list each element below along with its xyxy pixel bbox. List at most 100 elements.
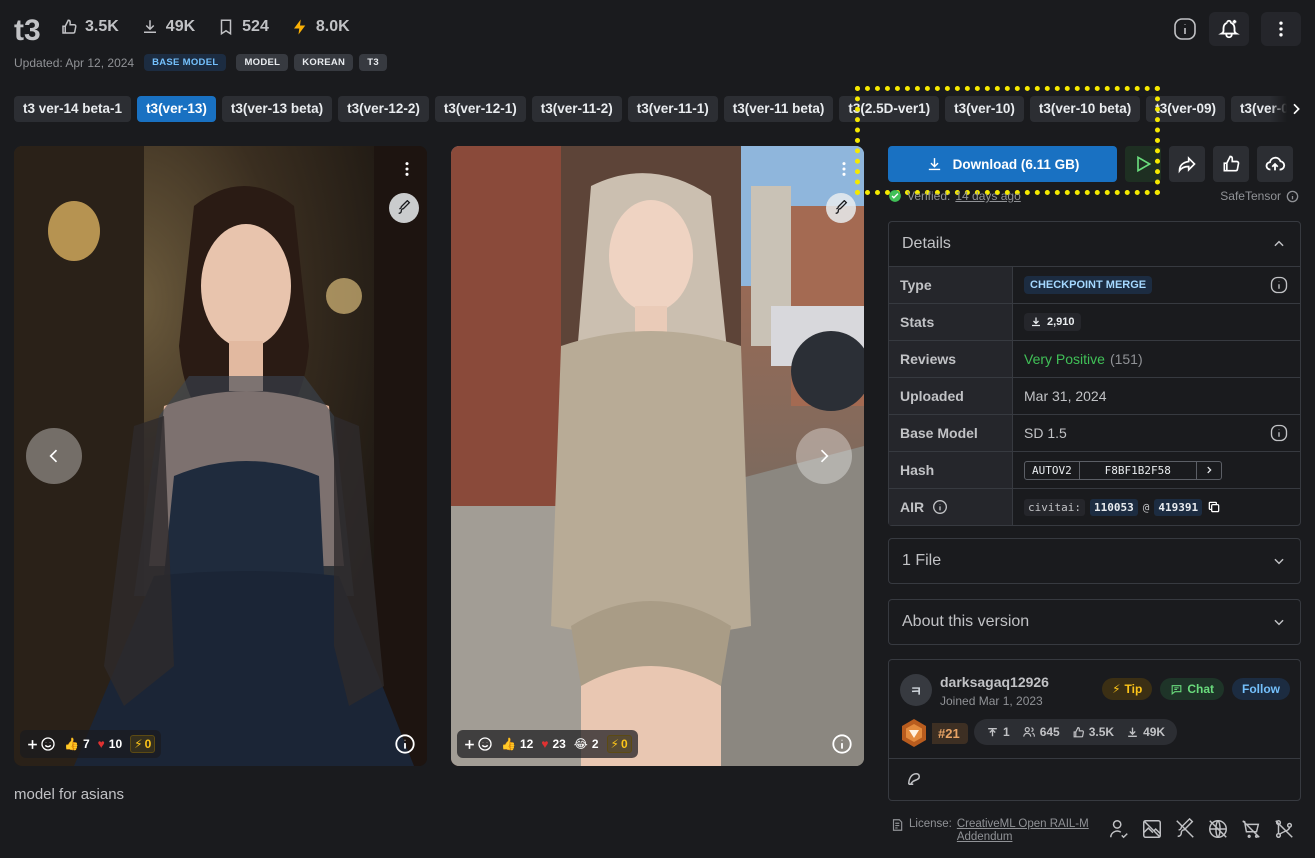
files-panel[interactable]: 1 File xyxy=(888,538,1301,584)
about-version-panel[interactable]: About this version xyxy=(888,599,1301,645)
thumbs-up-icon xyxy=(1073,726,1084,737)
tip-button[interactable]: ⚡ Tip xyxy=(1102,678,1153,700)
no-cart-icon[interactable] xyxy=(1240,818,1262,840)
detail-key: AIR xyxy=(889,489,1013,525)
badge-model[interactable]: MODEL xyxy=(236,54,289,71)
user-check-icon[interactable] xyxy=(1108,818,1130,840)
download-label: Download (6.11 GB) xyxy=(952,156,1080,172)
like-model-button[interactable] xyxy=(1213,146,1249,182)
copy-icon[interactable] xyxy=(1207,500,1221,514)
bookmark-stat[interactable]: 524 xyxy=(217,18,269,36)
gallery-image-1[interactable]: 👍 7 ♥ 10 ⚡ 0 xyxy=(14,146,427,766)
like-reaction[interactable]: 👍 12 xyxy=(501,737,533,751)
badge-tag-t3[interactable]: T3 xyxy=(359,54,387,71)
image-menu-button[interactable] xyxy=(397,156,417,182)
creator-joined: Joined Mar 1, 2023 xyxy=(940,694,1043,708)
hash-value[interactable]: F8BF1B2F58 xyxy=(1078,461,1197,479)
remix-button[interactable] xyxy=(826,193,856,223)
creator-name[interactable]: darksagaq12926 xyxy=(940,674,1049,690)
image-menu-button[interactable] xyxy=(834,156,854,182)
download-icon xyxy=(928,157,940,170)
info-circle-icon[interactable] xyxy=(932,499,948,515)
air-identifier[interactable]: civitai: 110053 @ 419391 xyxy=(1024,498,1221,516)
hash-selector[interactable]: AUTOV2 F8BF1B2F58 xyxy=(1024,460,1222,480)
no-merge-icon[interactable] xyxy=(1273,818,1295,840)
no-image-icon[interactable] xyxy=(1141,818,1163,840)
version-tab[interactable]: t3 ver-14 beta-1 xyxy=(14,96,132,122)
remix-button[interactable] xyxy=(389,193,419,223)
license-link[interactable]: CreativeML Open RAIL-M Addendum xyxy=(957,818,1089,844)
like-reaction[interactable]: 👍 7 xyxy=(64,737,90,751)
smiley-icon xyxy=(41,737,55,751)
gallery-prev-button[interactable] xyxy=(26,428,82,484)
version-tab[interactable]: t3(ver-11-1) xyxy=(627,96,718,122)
image-info-button[interactable] xyxy=(830,732,854,756)
version-tab[interactable]: t3(ver-12-2) xyxy=(338,96,429,122)
license-info: License: CreativeML Open RAIL-M Addendum xyxy=(890,818,1089,844)
download-stat: 49K xyxy=(141,18,195,36)
info-circle-icon[interactable] xyxy=(1286,190,1299,203)
like-stat[interactable]: 3.5K xyxy=(60,18,119,36)
add-reaction-button[interactable] xyxy=(26,736,56,752)
bookmark-count: 524 xyxy=(242,18,269,35)
badge-base-model[interactable]: BASE MODEL xyxy=(144,54,227,71)
buzz-count: 8.0K xyxy=(315,18,350,35)
creator-social-link[interactable] xyxy=(905,770,923,791)
version-tab[interactable]: t3(ver-10 beta) xyxy=(1029,96,1141,122)
download-button[interactable]: Download (6.11 GB) xyxy=(888,146,1117,182)
run-model-button[interactable] xyxy=(1125,146,1161,182)
chevron-right-icon xyxy=(1293,103,1300,115)
avatar[interactable]: ㅋ xyxy=(900,674,932,706)
version-tab[interactable]: t3(ver-11 beta) xyxy=(723,96,834,122)
details-header[interactable]: Details xyxy=(889,222,1300,266)
gallery-next-button[interactable] xyxy=(796,428,852,484)
notify-button[interactable] xyxy=(1209,12,1249,46)
version-scroll-right-button[interactable] xyxy=(1270,96,1304,122)
more-menu-button[interactable] xyxy=(1261,12,1301,46)
info-button[interactable] xyxy=(1165,12,1205,46)
buzz-tip-button[interactable]: ⚡ 0 xyxy=(130,735,156,753)
info-icon[interactable] xyxy=(1270,276,1288,294)
info-icon[interactable] xyxy=(1270,424,1288,442)
buzz-tip-button[interactable]: ⚡ 0 xyxy=(606,735,632,753)
chat-button[interactable]: Chat xyxy=(1160,678,1224,700)
reviews-link[interactable]: Very Positive (151) xyxy=(1013,341,1300,377)
share-button[interactable] xyxy=(1169,146,1205,182)
creator-rank[interactable]: #21 xyxy=(900,718,968,748)
cloud-upload-button[interactable] xyxy=(1257,146,1293,182)
no-world-icon[interactable] xyxy=(1207,818,1229,840)
uploads-stat: 1 xyxy=(986,725,1010,739)
version-tab[interactable]: t3(ver-09) xyxy=(1146,96,1225,122)
badge-tag-korean[interactable]: KOREAN xyxy=(294,54,354,71)
chat-icon xyxy=(1171,684,1182,695)
share-icon xyxy=(1178,156,1196,174)
version-tab[interactable]: t3(ver-12-1) xyxy=(434,96,526,122)
creator-card: ㅋ darksagaq12926 Joined Mar 1, 2023 ⚡ Tip… xyxy=(888,659,1301,801)
heart-reaction[interactable]: ♥ 10 xyxy=(98,737,122,751)
detail-row-reviews: Reviews Very Positive (151) xyxy=(889,340,1300,377)
laugh-reaction[interactable]: 😂 2 xyxy=(574,737,599,751)
add-reaction-button[interactable] xyxy=(463,736,493,752)
chevron-left-icon xyxy=(49,449,58,463)
details-title: Details xyxy=(902,235,951,252)
heart-reaction[interactable]: ♥ 23 xyxy=(541,737,565,751)
version-tab-active[interactable]: t3(ver-13) xyxy=(137,96,216,122)
follow-button[interactable]: Follow xyxy=(1232,678,1290,700)
rank-badge-icon xyxy=(902,719,926,747)
version-tab[interactable]: t3(ver-10) xyxy=(945,96,1024,122)
hash-next-button[interactable] xyxy=(1197,462,1221,479)
play-icon xyxy=(1137,155,1152,173)
license-label: License: xyxy=(909,818,952,830)
version-tab[interactable]: t3(ver-13 beta) xyxy=(221,96,333,122)
info-circle-icon xyxy=(832,734,852,754)
users-icon xyxy=(1022,727,1035,737)
verified-date-link[interactable]: 14 days ago xyxy=(955,189,1020,203)
version-tab[interactable]: t3(ver-11-2) xyxy=(531,96,622,122)
bolt-icon xyxy=(293,19,306,35)
download-count: 49K xyxy=(165,18,196,35)
buzz-stat[interactable]: 8.0K xyxy=(291,18,350,36)
version-tab[interactable]: t3(2.5D-ver1) xyxy=(839,96,940,122)
no-brush-icon[interactable] xyxy=(1174,818,1196,840)
image-info-button[interactable] xyxy=(393,732,417,756)
gallery-image-2[interactable]: 👍 12 ♥ 23 😂 2 ⚡ 0 xyxy=(451,146,864,766)
